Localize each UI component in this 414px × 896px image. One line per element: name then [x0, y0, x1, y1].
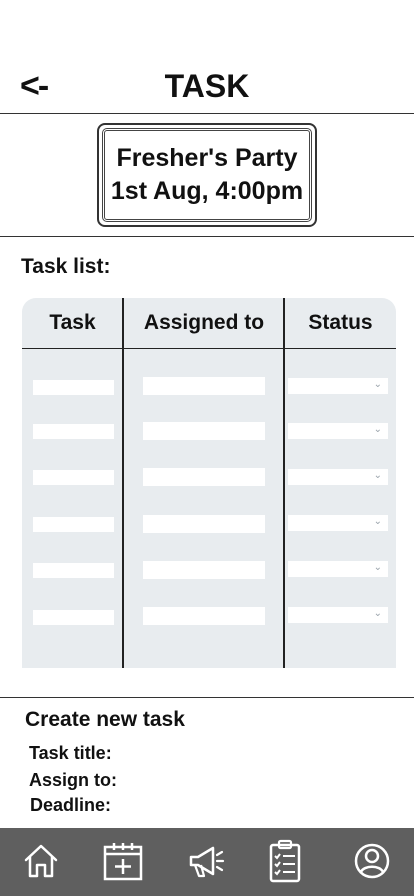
column-header-task: Task: [49, 311, 96, 334]
table-row: ⌄: [22, 468, 396, 488]
assign-to-label: Assign to:: [29, 770, 117, 790]
chevron-down-icon: ⌄: [373, 608, 382, 619]
back-button[interactable]: <-: [20, 66, 49, 106]
chevron-down-icon: ⌄: [373, 424, 382, 435]
clipboard-checklist-icon: [269, 839, 301, 883]
task-name-input[interactable]: [33, 517, 114, 532]
task-list-label: Task list:: [21, 255, 111, 278]
header-row-divider: [22, 348, 396, 349]
chevron-down-icon: ⌄: [373, 470, 382, 481]
nav-announcements-button[interactable]: [184, 839, 228, 883]
assigned-to-input[interactable]: [143, 561, 265, 579]
status-select[interactable]: ⌄: [288, 607, 388, 623]
status-select[interactable]: ⌄: [288, 423, 388, 439]
chevron-down-icon: ⌄: [373, 379, 382, 390]
status-select[interactable]: ⌄: [288, 469, 388, 485]
task-name-input[interactable]: [33, 470, 114, 485]
event-card: Fresher's Party 1st Aug, 4:00pm: [97, 123, 317, 227]
column-header-assigned-to: Assigned to: [143, 311, 265, 334]
assigned-to-input[interactable]: [143, 422, 265, 440]
event-card-frame: Fresher's Party 1st Aug, 4:00pm: [102, 128, 312, 222]
profile-icon: [354, 843, 390, 879]
table-row: ⌄: [22, 377, 396, 398]
task-name-input[interactable]: [33, 424, 114, 439]
calendar-add-icon: [103, 843, 143, 881]
section-divider: [0, 697, 414, 698]
page-title: TASK: [164, 68, 250, 104]
task-table: Task Assigned to Status ⌄ ⌄ ⌄ ⌄ ⌄ ⌄: [22, 298, 396, 668]
status-select[interactable]: ⌄: [288, 561, 388, 577]
table-row: ⌄: [22, 561, 396, 581]
megaphone-icon: [189, 846, 225, 878]
home-icon: [24, 844, 58, 878]
task-name-input[interactable]: [33, 380, 114, 395]
assigned-to-input[interactable]: [143, 468, 265, 486]
event-divider: [0, 236, 414, 237]
nav-profile-button[interactable]: [350, 839, 394, 883]
nav-calendar-button[interactable]: [101, 839, 145, 883]
chevron-down-icon: ⌄: [373, 516, 382, 527]
task-title-label: Task title:: [29, 743, 112, 763]
create-task-title: Create new task: [25, 708, 185, 731]
chevron-down-icon: ⌄: [373, 562, 382, 573]
table-row: ⌄: [22, 515, 396, 535]
assigned-to-input[interactable]: [143, 377, 265, 395]
bottom-nav: [0, 828, 414, 896]
table-row: ⌄: [22, 422, 396, 442]
table-row: ⌄: [22, 607, 396, 627]
event-datetime: 1st Aug, 4:00pm: [110, 177, 304, 205]
assigned-to-input[interactable]: [143, 607, 265, 625]
status-select[interactable]: ⌄: [288, 515, 388, 531]
column-header-status: Status: [308, 311, 373, 334]
nav-tasks-button[interactable]: [263, 839, 307, 883]
event-name: Fresher's Party: [116, 144, 298, 172]
header-divider: [0, 113, 414, 114]
status-select[interactable]: ⌄: [288, 378, 388, 394]
deadline-label: Deadline:: [30, 795, 112, 815]
task-name-input[interactable]: [33, 610, 114, 625]
assigned-to-input[interactable]: [143, 515, 265, 533]
task-name-input[interactable]: [33, 563, 114, 578]
nav-home-button[interactable]: [19, 839, 63, 883]
